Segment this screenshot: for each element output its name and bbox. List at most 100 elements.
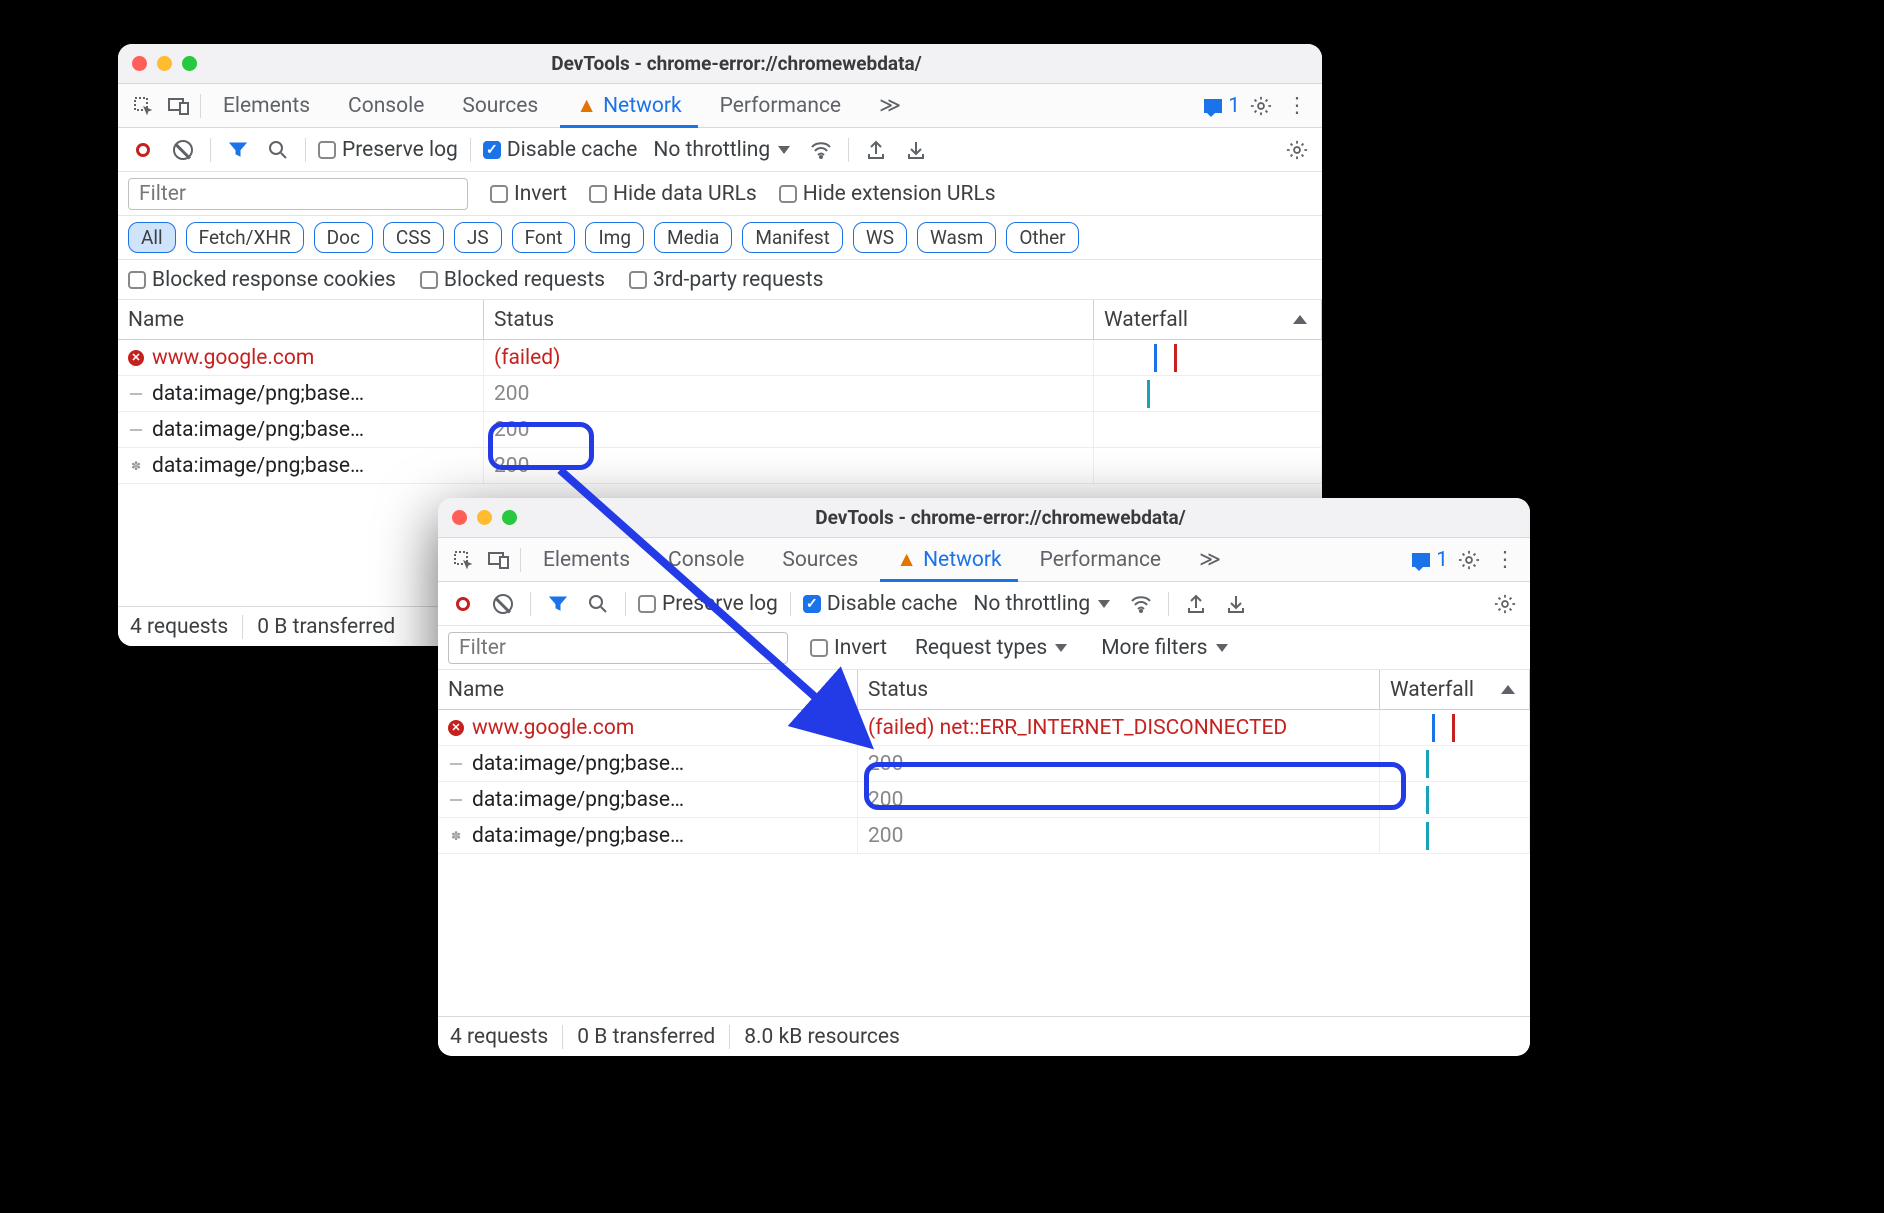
- chip-font[interactable]: Font: [512, 222, 576, 253]
- table-row[interactable]: data:image/png;base… 200: [438, 746, 1530, 782]
- search-icon[interactable]: [583, 589, 613, 619]
- filter-icon[interactable]: [543, 589, 573, 619]
- record-button[interactable]: [128, 135, 158, 165]
- header-status[interactable]: Status: [858, 670, 1380, 709]
- chip-all[interactable]: All: [128, 222, 176, 253]
- preserve-log-checkbox[interactable]: Preserve log: [318, 138, 458, 162]
- inspect-icon[interactable]: [448, 545, 478, 575]
- chip-manifest[interactable]: Manifest: [742, 222, 843, 253]
- row-waterfall-cell: [1094, 448, 1322, 483]
- settings-icon[interactable]: [1454, 545, 1484, 575]
- tab-sources[interactable]: Sources: [766, 538, 874, 582]
- table-row[interactable]: www.google.com (failed): [118, 340, 1322, 376]
- hide-extension-urls-checkbox[interactable]: Hide extension URLs: [779, 182, 996, 206]
- issues-badge[interactable]: 1: [1204, 94, 1240, 118]
- zoom-dot[interactable]: [182, 56, 197, 71]
- header-status[interactable]: Status: [484, 300, 1094, 339]
- tab-network[interactable]: ▲ Network: [880, 538, 1017, 582]
- chip-ws[interactable]: WS: [853, 222, 907, 253]
- status-bar: 4 requests 0 B transferred 8.0 kB resour…: [438, 1016, 1530, 1056]
- filter-input[interactable]: Filter: [128, 178, 468, 210]
- tab-more[interactable]: ≫: [863, 84, 917, 128]
- export-har-icon[interactable]: [1181, 589, 1211, 619]
- network-conditions-icon[interactable]: [806, 135, 836, 165]
- chip-css[interactable]: CSS: [383, 222, 444, 253]
- clear-button[interactable]: [168, 135, 198, 165]
- row-name-cell: data:image/png;base…: [438, 782, 858, 817]
- table-row[interactable]: data:image/png;base… 200: [118, 376, 1322, 412]
- minimize-dot[interactable]: [157, 56, 172, 71]
- titlebar: DevTools - chrome-error://chromewebdata/: [438, 498, 1530, 538]
- search-icon[interactable]: [263, 135, 293, 165]
- kebab-icon[interactable]: ⋮: [1490, 545, 1520, 575]
- placeholder-icon: [128, 422, 144, 438]
- preserve-log-checkbox[interactable]: Preserve log: [638, 592, 778, 616]
- sort-icon: [1293, 315, 1307, 324]
- third-party-checkbox[interactable]: 3rd-party requests: [629, 268, 823, 292]
- device-icon[interactable]: [484, 545, 514, 575]
- disable-cache-checkbox[interactable]: Disable cache: [803, 592, 958, 616]
- invert-checkbox[interactable]: Invert: [810, 636, 887, 660]
- close-dot[interactable]: [132, 56, 147, 71]
- error-icon: [128, 350, 144, 366]
- chip-media[interactable]: Media: [654, 222, 732, 253]
- chip-other[interactable]: Other: [1006, 222, 1078, 253]
- tab-elements[interactable]: Elements: [207, 84, 326, 128]
- network-settings-icon[interactable]: [1282, 135, 1312, 165]
- chip-js[interactable]: JS: [454, 222, 502, 253]
- close-dot[interactable]: [452, 510, 467, 525]
- header-waterfall[interactable]: Waterfall: [1094, 300, 1322, 339]
- network-settings-icon[interactable]: [1490, 589, 1520, 619]
- header-name[interactable]: Name: [118, 300, 484, 339]
- settings-icon[interactable]: [1246, 91, 1276, 121]
- tab-elements[interactable]: Elements: [527, 538, 646, 582]
- tab-performance[interactable]: Performance: [704, 84, 857, 128]
- tab-more[interactable]: ≫: [1183, 538, 1237, 582]
- clear-button[interactable]: [488, 589, 518, 619]
- zoom-dot[interactable]: [502, 510, 517, 525]
- throttling-dropdown[interactable]: No throttling: [967, 592, 1116, 616]
- table-row[interactable]: data:image/png;base… 200: [438, 782, 1530, 818]
- issues-badge[interactable]: 1: [1412, 548, 1448, 572]
- warning-icon: ▲: [576, 94, 597, 118]
- import-har-icon[interactable]: [1221, 589, 1251, 619]
- invert-checkbox[interactable]: Invert: [490, 182, 567, 206]
- filter-input[interactable]: Filter: [448, 632, 788, 664]
- request-types-dropdown[interactable]: Request types: [909, 636, 1073, 660]
- record-button[interactable]: [448, 589, 478, 619]
- separator: [210, 138, 211, 162]
- blocked-requests-label: Blocked requests: [444, 268, 605, 292]
- hide-data-urls-checkbox[interactable]: Hide data URLs: [589, 182, 757, 206]
- table-row[interactable]: data:image/png;base… 200: [118, 412, 1322, 448]
- traffic-lights: [438, 510, 531, 525]
- network-conditions-icon[interactable]: [1126, 589, 1156, 619]
- more-filters-dropdown[interactable]: More filters: [1095, 636, 1233, 660]
- tab-console[interactable]: Console: [332, 84, 440, 128]
- table-row[interactable]: ✽data:image/png;base… 200: [438, 818, 1530, 854]
- tab-network[interactable]: ▲ Network: [560, 84, 697, 128]
- tab-sources[interactable]: Sources: [446, 84, 554, 128]
- blocked-requests-checkbox[interactable]: Blocked requests: [420, 268, 605, 292]
- throttling-dropdown[interactable]: No throttling: [647, 138, 796, 162]
- kebab-icon[interactable]: ⋮: [1282, 91, 1312, 121]
- chip-doc[interactable]: Doc: [314, 222, 373, 253]
- import-har-icon[interactable]: [901, 135, 931, 165]
- chip-wasm[interactable]: Wasm: [917, 222, 996, 253]
- tab-console[interactable]: Console: [652, 538, 760, 582]
- chip-fetch-xhr[interactable]: Fetch/XHR: [186, 222, 304, 253]
- export-har-icon[interactable]: [861, 135, 891, 165]
- tab-performance[interactable]: Performance: [1024, 538, 1177, 582]
- header-waterfall[interactable]: Waterfall: [1380, 670, 1530, 709]
- device-icon[interactable]: [164, 91, 194, 121]
- filter-icon[interactable]: [223, 135, 253, 165]
- blocked-cookies-checkbox[interactable]: Blocked response cookies: [128, 268, 396, 292]
- chip-img[interactable]: Img: [585, 222, 644, 253]
- table-row[interactable]: ✽data:image/png;base… 200: [118, 448, 1322, 484]
- disable-cache-checkbox[interactable]: Disable cache: [483, 138, 638, 162]
- blocked-cookies-label: Blocked response cookies: [152, 268, 396, 292]
- minimize-dot[interactable]: [477, 510, 492, 525]
- throttling-label: No throttling: [973, 592, 1090, 616]
- inspect-icon[interactable]: [128, 91, 158, 121]
- table-row[interactable]: www.google.com (failed) net::ERR_INTERNE…: [438, 710, 1530, 746]
- header-name[interactable]: Name: [438, 670, 858, 709]
